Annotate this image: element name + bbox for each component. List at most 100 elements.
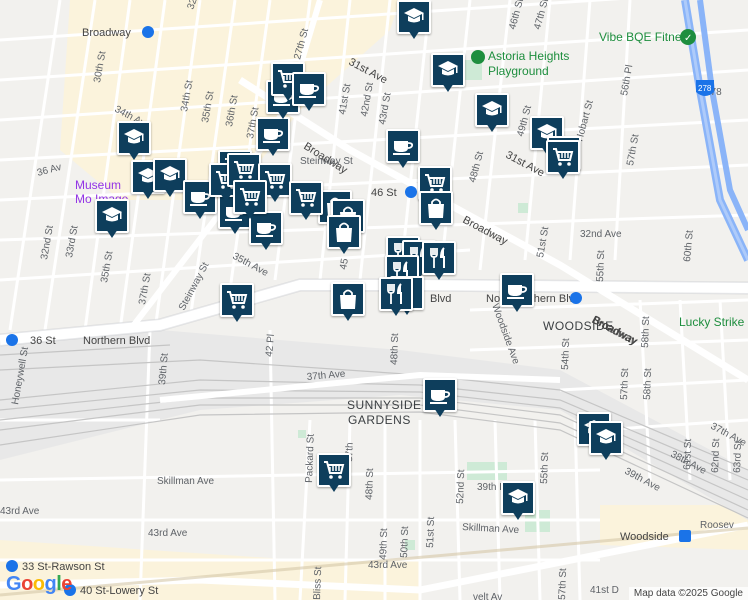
shopping-icon (332, 220, 356, 244)
coffee-icon (297, 77, 321, 101)
label-road: 49th St (378, 528, 390, 560)
map-marker-coffee[interactable] (500, 273, 534, 315)
label-broadway-station[interactable]: Broadway (82, 27, 131, 39)
label-road: 58th St (640, 316, 652, 348)
map-attribution[interactable]: Map data ©2025 Google (628, 587, 748, 600)
restaurant-icon (427, 246, 451, 270)
label-vibe-fitness[interactable]: Vibe BQE Fitness (599, 30, 694, 44)
label-lucky-strike[interactable]: Lucky Strike (679, 315, 745, 329)
label-road: 57th St (619, 368, 631, 400)
label-road: 52nd St (455, 469, 467, 504)
label-sunnyside: SUNNYSIDE (347, 398, 422, 412)
map-marker-school[interactable] (397, 0, 431, 42)
map-marker-restaurant[interactable] (379, 277, 413, 319)
school-icon (100, 204, 124, 228)
label-road: Packard St (304, 434, 317, 483)
coffee-icon (428, 383, 452, 407)
label-road: 55th St (539, 452, 551, 484)
label-road: 58th St (642, 368, 654, 400)
map-marker-grocery[interactable] (233, 180, 267, 222)
coffee-icon (505, 278, 529, 302)
label-road: 63rd St (732, 440, 744, 473)
label-museum[interactable]: Museum (75, 178, 121, 192)
school-icon (402, 5, 426, 29)
svg-text:✓: ✓ (684, 33, 692, 44)
coffee-icon (261, 122, 285, 146)
label-road: 61st St (682, 438, 694, 470)
map-marker-coffee[interactable] (292, 72, 326, 114)
school-icon (594, 426, 618, 450)
label-road: Bliss St (312, 566, 324, 600)
label-road: 57th St (557, 568, 569, 600)
map-marker-shopping[interactable] (327, 215, 361, 257)
label-road: Roosev (700, 520, 734, 531)
school-icon (436, 58, 460, 82)
restaurant-icon (384, 282, 408, 306)
map-marker-school[interactable] (431, 53, 465, 95)
grocery-icon (232, 158, 256, 182)
map-marker-school[interactable] (117, 121, 151, 163)
label-road: 55th St (595, 250, 607, 282)
map-marker-school[interactable] (475, 93, 509, 135)
label-road: 51st St (425, 516, 437, 548)
map-marker-restaurant[interactable] (422, 241, 456, 283)
map-marker-grocery[interactable] (317, 453, 351, 495)
label-road: 41st D (590, 585, 619, 596)
label-road: 42 Pl (264, 334, 277, 358)
map-marker-grocery[interactable] (220, 283, 254, 325)
label-road: Steinway St (300, 156, 353, 167)
coffee-icon (391, 134, 415, 158)
grocery-icon (238, 185, 262, 209)
label-road: 50th St (399, 526, 411, 558)
label-road: Skillman Ave (157, 476, 215, 487)
label-road: 43rd Ave (0, 506, 40, 517)
label-highway: 278 (698, 84, 712, 93)
grocery-icon (225, 288, 249, 312)
map-marker-school[interactable] (153, 158, 187, 200)
label-road: Blvd (430, 293, 451, 305)
label-road: velt Av (473, 592, 502, 600)
label-road: Northern Blvd (83, 335, 150, 347)
grocery-icon (294, 186, 318, 210)
map-marker-grocery[interactable] (546, 140, 580, 182)
label-road: 48th St (364, 468, 376, 500)
label-road: 32nd Ave (580, 229, 622, 240)
map-marker-school[interactable] (589, 421, 623, 463)
map-marker-shopping[interactable] (419, 191, 453, 233)
label-gardens: GARDENS (348, 413, 411, 427)
label-road: 43rd Ave (368, 560, 408, 571)
subway-icon[interactable] (6, 560, 18, 572)
school-icon (158, 163, 182, 187)
label-road: 43rd Ave (148, 528, 188, 539)
map-canvas[interactable]: WOODSIDE SUNNYSIDE GARDENS Vibe BQE Fitn… (0, 0, 748, 600)
map-marker-coffee[interactable] (423, 378, 457, 420)
label-woodside-station[interactable]: Woodside (620, 531, 669, 543)
rail-icon[interactable] (679, 530, 691, 542)
label-astoria-2[interactable]: Playground (488, 64, 549, 78)
map-marker-shopping[interactable] (331, 282, 365, 324)
school-icon (122, 126, 146, 150)
subway-icon[interactable] (405, 186, 417, 198)
label-46st-station[interactable]: 46 St (371, 187, 397, 199)
subway-icon[interactable] (142, 26, 154, 38)
map-marker-coffee[interactable] (386, 129, 420, 171)
subway-icon[interactable] (6, 334, 18, 346)
park (518, 203, 528, 213)
label-rawson-station[interactable]: 33 St-Rawson St (22, 561, 105, 573)
map-marker-school[interactable] (95, 199, 129, 241)
google-logo: Google (6, 573, 72, 595)
shopping-icon (424, 196, 448, 220)
label-lowery-station[interactable]: 40 St-Lowery St (80, 585, 158, 597)
grocery-icon (322, 458, 346, 482)
grocery-icon (551, 145, 575, 169)
map-marker-grocery[interactable] (289, 181, 323, 223)
label-36st-station[interactable]: 36 St (30, 335, 56, 347)
map-marker-coffee[interactable] (256, 117, 290, 159)
subway-icon[interactable] (570, 292, 582, 304)
label-road: 62nd St (710, 438, 722, 473)
school-icon (480, 98, 504, 122)
label-astoria-1[interactable]: Astoria Heights (488, 49, 569, 63)
park-icon[interactable] (471, 50, 485, 64)
map-marker-school[interactable] (501, 481, 535, 523)
shopping-icon (336, 287, 360, 311)
